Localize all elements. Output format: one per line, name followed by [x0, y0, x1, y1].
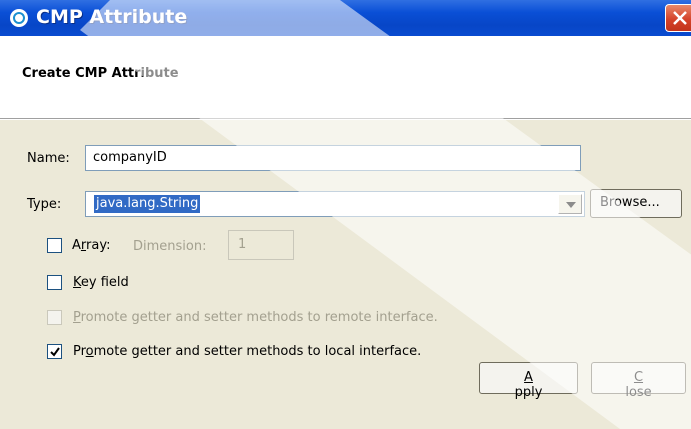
- apply-button-label-u: A: [524, 370, 533, 385]
- dimension-label: Dimension:: [133, 239, 207, 254]
- type-combobox-value: java.lang.String: [94, 195, 201, 213]
- name-input-value: companyID: [93, 150, 167, 165]
- cmp-attribute-dialog: CMP Attribute Create CMP Attribute Name:…: [0, 0, 691, 429]
- type-label: Type:: [27, 197, 62, 212]
- window-title: CMP Attribute: [36, 6, 188, 28]
- array-checkbox[interactable]: [47, 238, 62, 253]
- name-input[interactable]: companyID: [85, 145, 581, 171]
- promote-local-label: Promote getter and setter methods to loc…: [73, 344, 422, 359]
- dimension-input-value: 1: [238, 237, 247, 252]
- checkmark-icon: [50, 347, 60, 357]
- header-title: Create CMP Attribute: [22, 66, 179, 81]
- promote-local-checkbox[interactable]: [47, 344, 62, 359]
- app-icon: [10, 9, 28, 27]
- close-button-label-u: C: [633, 370, 644, 385]
- type-dropdown-button[interactable]: [558, 194, 582, 214]
- title-bar[interactable]: CMP Attribute: [0, 0, 691, 36]
- apply-button-label: pply: [514, 385, 543, 400]
- apply-button[interactable]: Apply: [479, 362, 578, 400]
- name-label: Name:: [27, 151, 70, 166]
- dimension-input: 1: [228, 230, 294, 260]
- promote-remote-checkbox: [47, 310, 62, 325]
- close-window-button[interactable]: [665, 4, 691, 32]
- close-button-label: lose: [625, 385, 652, 400]
- close-button[interactable]: Close: [591, 362, 686, 400]
- key-field-checkbox[interactable]: [47, 275, 62, 290]
- promote-remote-label: Promote getter and setter methods to rem…: [73, 310, 438, 325]
- type-combobox[interactable]: java.lang.String: [85, 191, 585, 217]
- close-icon: [673, 11, 687, 25]
- browse-button-label: Browse...: [600, 195, 660, 210]
- key-field-label: Key field: [73, 275, 129, 290]
- chevron-down-icon: [566, 202, 576, 208]
- array-label: Array:: [72, 238, 111, 253]
